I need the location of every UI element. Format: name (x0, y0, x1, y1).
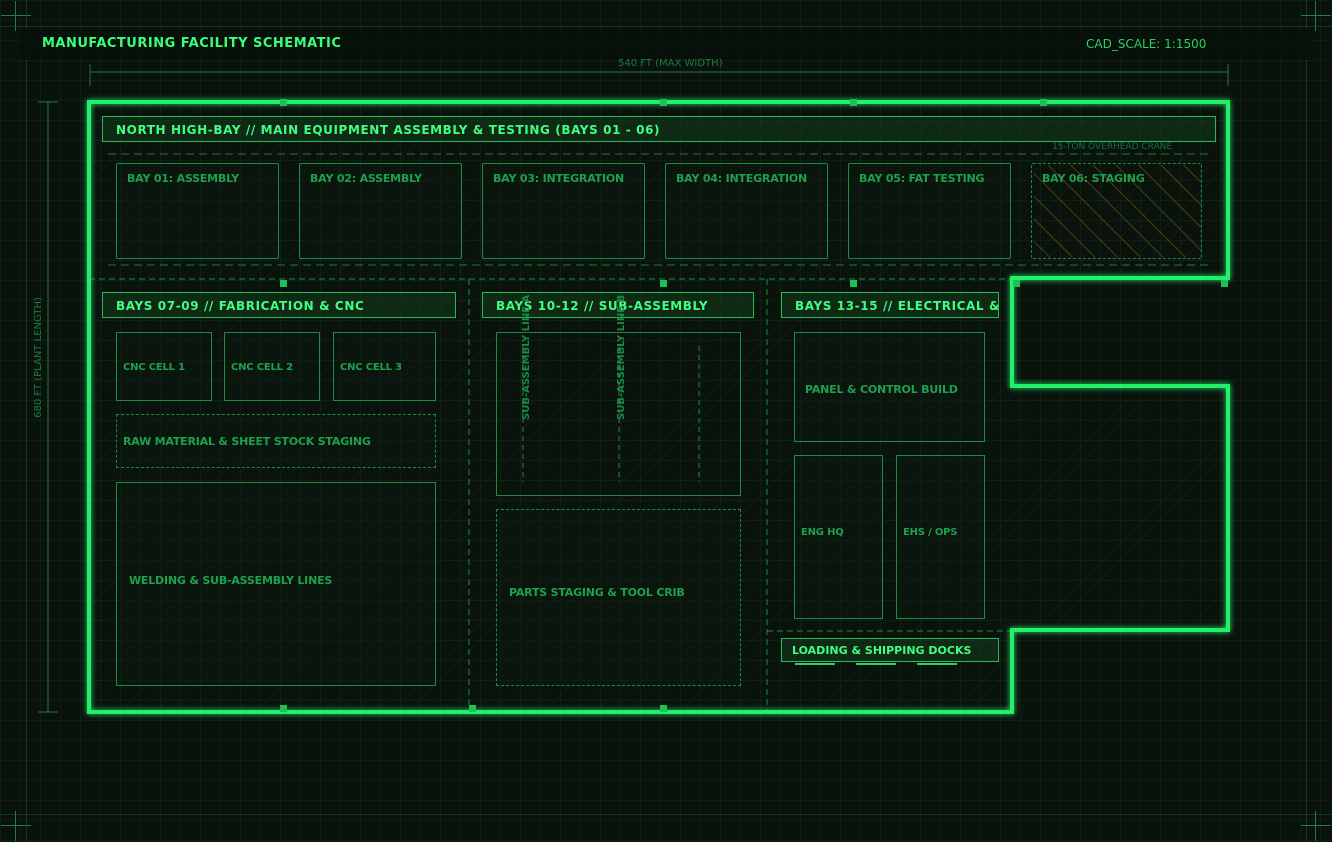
column-marker (1013, 280, 1020, 287)
room-label: PARTS STAGING & TOOL CRIB (509, 586, 685, 599)
dock-door-3 (917, 663, 957, 665)
line-b-label: SUB-ASSEMBLY LINE B (616, 294, 627, 420)
bay-05[interactable]: BAY 05: FAT TESTING (848, 163, 1011, 259)
welding-area[interactable]: WELDING & SUB-ASSEMBLY LINES (116, 482, 436, 686)
dock-door-1 (795, 663, 835, 665)
cnc-cell-3[interactable]: CNC CELL 3 (333, 332, 436, 401)
bay-02[interactable]: BAY 02: ASSEMBLY (299, 163, 462, 259)
electrical-header: BAYS 13-15 // ELECTRICAL & OPS (781, 292, 999, 318)
bay-06[interactable]: BAY 06: STAGING (1031, 163, 1202, 259)
dock-door-2 (856, 663, 896, 665)
line-a-label: SUB-ASSEMBLY LINE A (521, 294, 532, 420)
room-label: EHS / OPS (903, 527, 958, 538)
column-marker (660, 280, 667, 287)
overhead-crane-label: 15-TON OVERHEAD CRANE (1052, 142, 1173, 152)
room-label: ENG HQ (801, 527, 844, 538)
bay-label: BAY 02: ASSEMBLY (310, 172, 422, 185)
column-marker (850, 280, 857, 287)
column-marker (469, 705, 476, 712)
fabrication-header: BAYS 07-09 // FABRICATION & CNC (102, 292, 456, 318)
north-bay-header: NORTH HIGH-BAY // MAIN EQUIPMENT ASSEMBL… (102, 116, 1216, 142)
room-label: CNC CELL 2 (231, 362, 293, 373)
ehs-ops[interactable]: EHS / OPS (896, 455, 985, 619)
bay-label: BAY 04: INTEGRATION (676, 172, 808, 185)
column-marker (1040, 99, 1047, 106)
bay-label: BAY 01: ASSEMBLY (127, 172, 239, 185)
room-label: CNC CELL 1 (123, 362, 185, 373)
eng-hq[interactable]: ENG HQ (794, 455, 883, 619)
length-dimension-label: 680 FT (PLANT LENGTH) (32, 297, 44, 418)
cnc-cell-2[interactable]: CNC CELL 2 (224, 332, 320, 401)
column-marker (1221, 280, 1228, 287)
bay-label: BAY 03: INTEGRATION (493, 172, 625, 185)
room-label: WELDING & SUB-ASSEMBLY LINES (129, 574, 333, 587)
column-marker (280, 99, 287, 106)
column-marker (660, 99, 667, 106)
parts-staging[interactable]: PARTS STAGING & TOOL CRIB (496, 509, 741, 686)
column-marker (850, 99, 857, 106)
panel-control-build[interactable]: PANEL & CONTROL BUILD (794, 332, 985, 442)
column-marker (280, 280, 287, 287)
cnc-cell-1[interactable]: CNC CELL 1 (116, 332, 212, 401)
loading-docks-header: LOADING & SHIPPING DOCKS (781, 638, 999, 662)
room-label: CNC CELL 3 (340, 362, 402, 373)
column-marker (280, 705, 287, 712)
width-dimension-label: 540 FT (MAX WIDTH) (618, 58, 723, 69)
bay-01[interactable]: BAY 01: ASSEMBLY (116, 163, 279, 259)
room-label: PANEL & CONTROL BUILD (805, 383, 958, 396)
bay-label: BAY 05: FAT TESTING (859, 172, 985, 185)
bay-label: BAY 06: STAGING (1042, 172, 1145, 185)
column-marker (660, 705, 667, 712)
raw-material-staging[interactable]: RAW MATERIAL & SHEET STOCK STAGING (116, 414, 436, 468)
bay-04[interactable]: BAY 04: INTEGRATION (665, 163, 828, 259)
bay-03[interactable]: BAY 03: INTEGRATION (482, 163, 645, 259)
room-label: RAW MATERIAL & SHEET STOCK STAGING (123, 435, 371, 448)
